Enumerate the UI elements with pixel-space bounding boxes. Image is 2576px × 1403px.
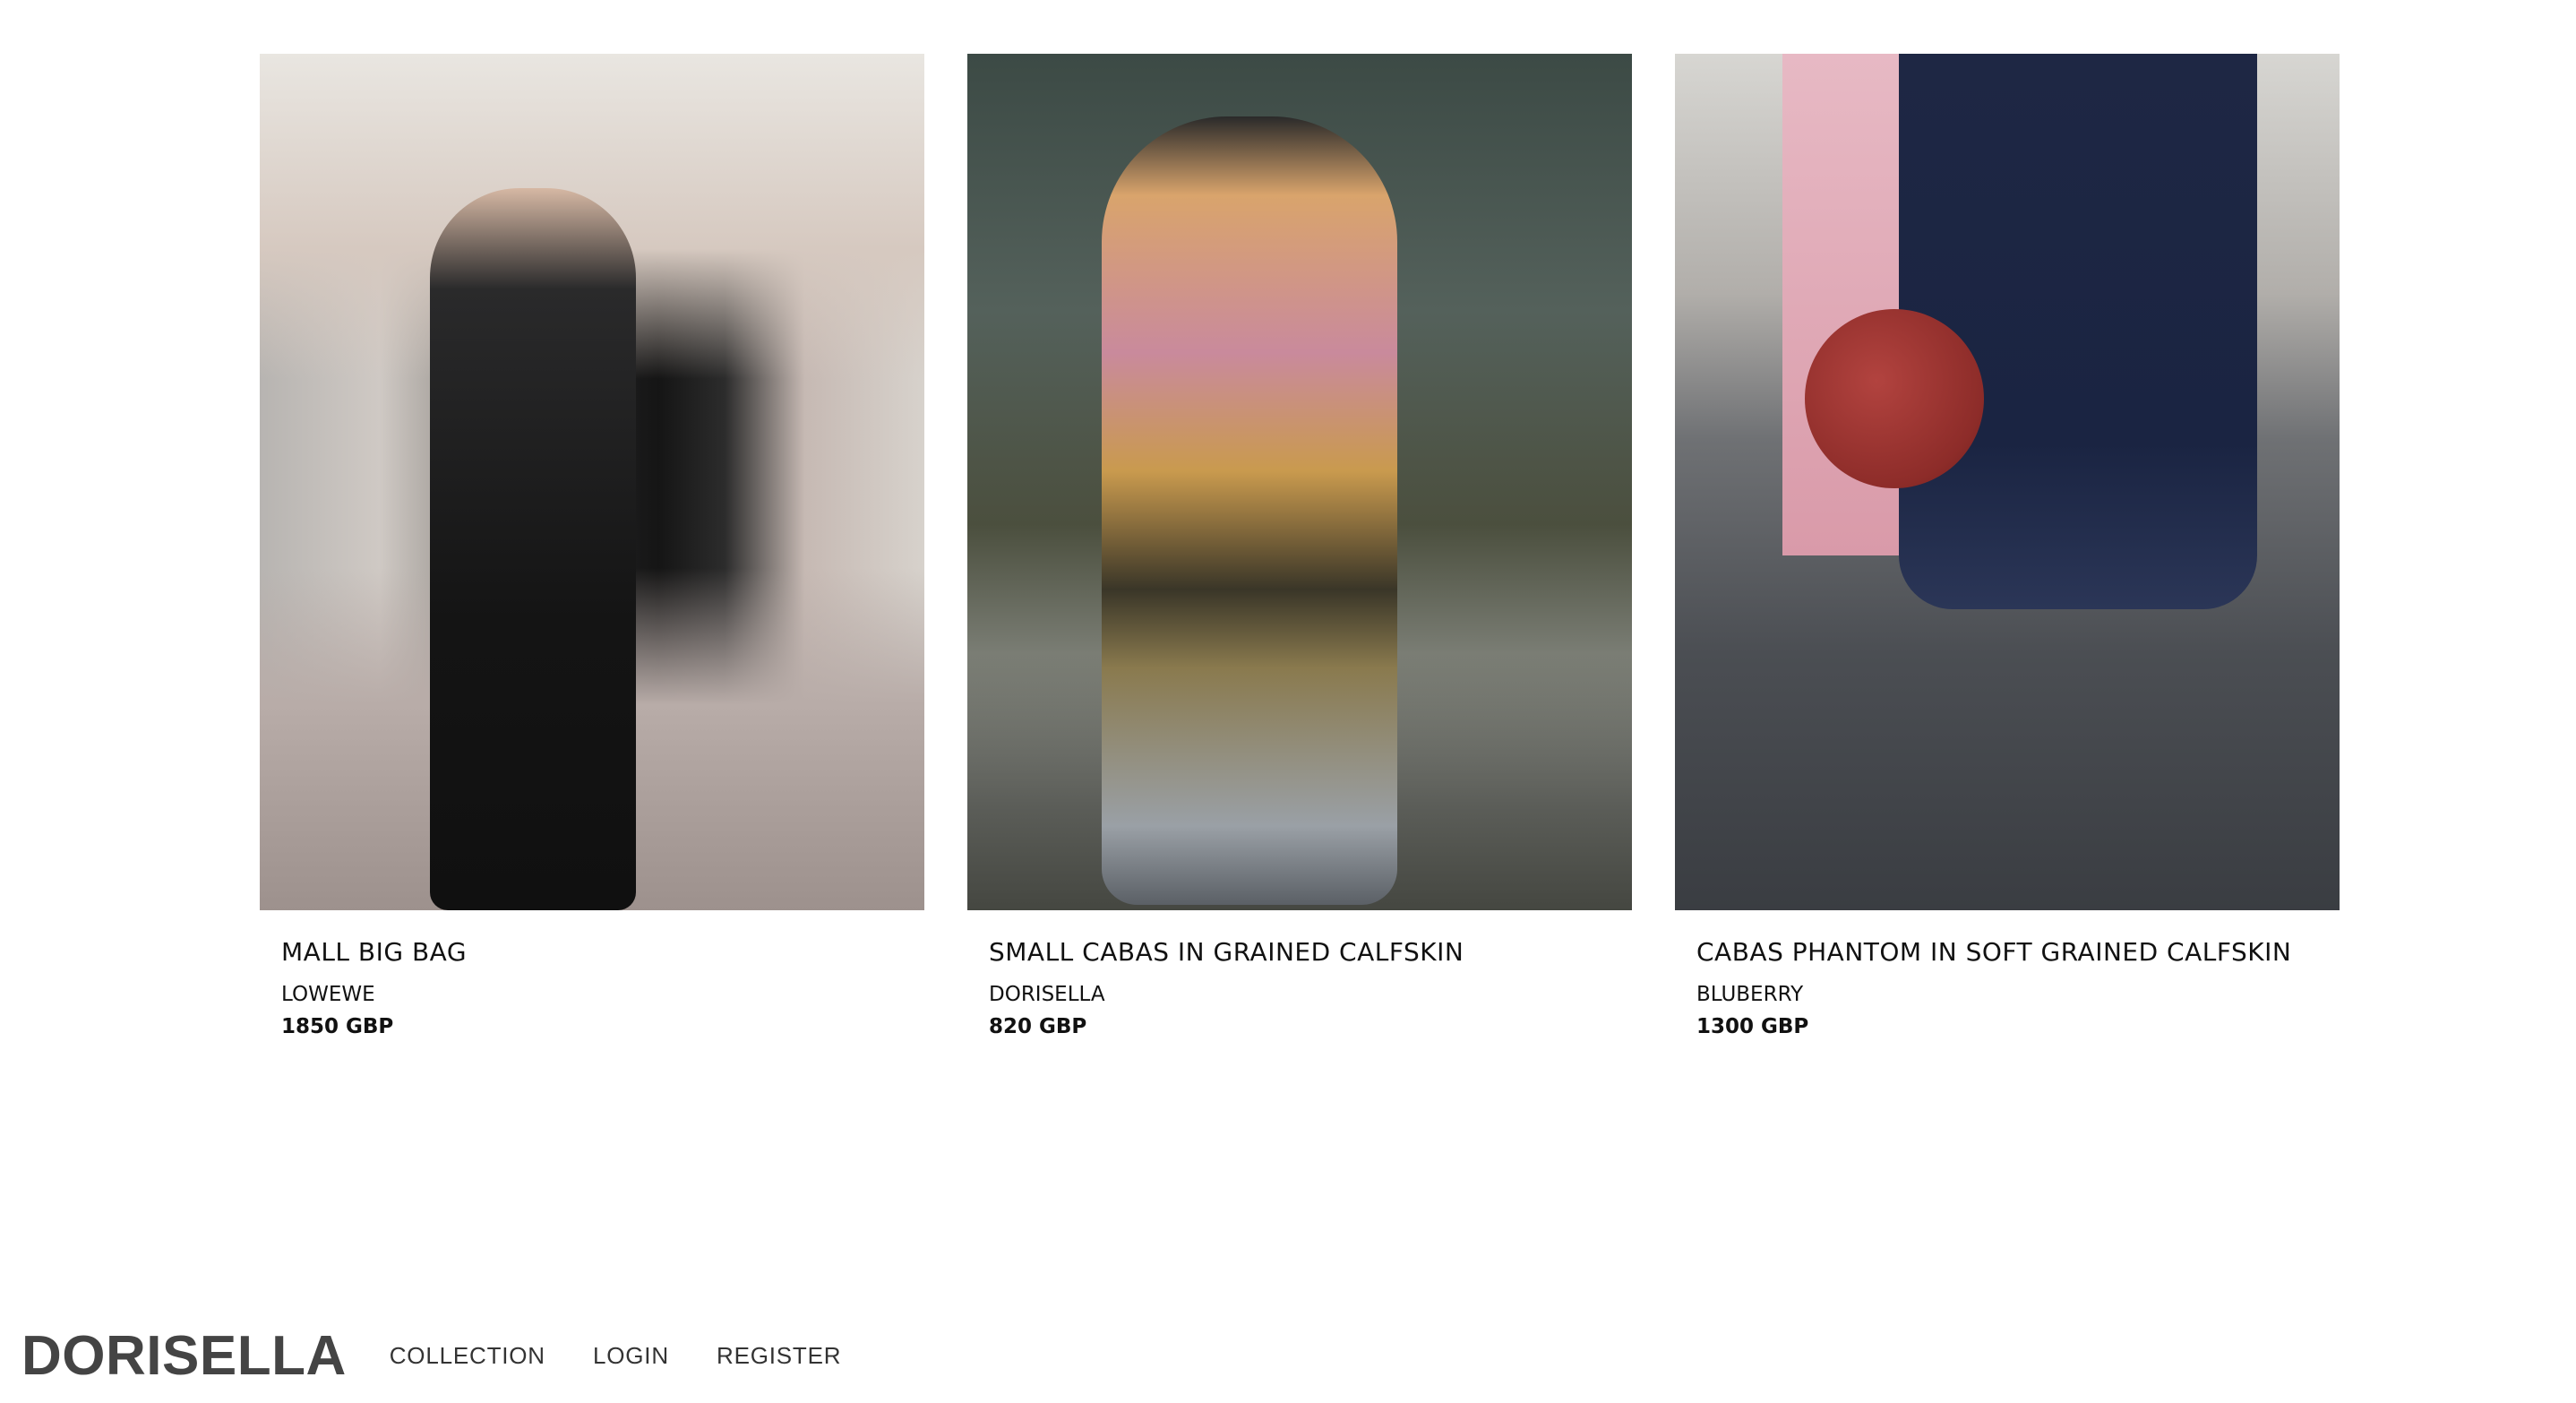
photo-model <box>1102 116 1397 905</box>
product-photo[interactable] <box>1675 54 2340 910</box>
product-card[interactable]: CABAS PHANTOM IN SOFT GRAINED CALFSKIN B… <box>1675 54 2340 1038</box>
product-grid: MALL BIG BAG LOWEWE 1850 GBP SMALL CABAS… <box>260 54 2341 1038</box>
product-photo[interactable] <box>967 54 1632 910</box>
site-logo[interactable]: DORISELLA <box>21 1324 347 1388</box>
product-caption: SMALL CABAS IN GRAINED CALFSKIN DORISELL… <box>967 910 1632 1038</box>
product-brand: BLUBERRY <box>1696 983 1804 1006</box>
product-title[interactable]: CABAS PHANTOM IN SOFT GRAINED CALFSKIN <box>1696 937 2318 967</box>
footer-nav: COLLECTION LOGIN REGISTER <box>390 1342 885 1370</box>
footer-nav-bar: DORISELLA COLLECTION LOGIN REGISTER <box>21 1324 884 1388</box>
product-title[interactable]: MALL BIG BAG <box>281 937 903 967</box>
product-photo[interactable] <box>260 54 924 910</box>
product-caption: MALL BIG BAG LOWEWE 1850 GBP <box>260 910 924 1038</box>
product-caption: CABAS PHANTOM IN SOFT GRAINED CALFSKIN B… <box>1675 910 2340 1038</box>
nav-collection-link[interactable]: COLLECTION <box>390 1342 545 1369</box>
product-price: 820 GBP <box>989 1015 1087 1038</box>
product-title[interactable]: SMALL CABAS IN GRAINED CALFSKIN <box>989 937 1610 967</box>
product-price: 1300 GBP <box>1696 1015 1809 1038</box>
product-card[interactable]: MALL BIG BAG LOWEWE 1850 GBP <box>260 54 924 1038</box>
nav-register-link[interactable]: REGISTER <box>717 1342 841 1369</box>
product-card[interactable]: SMALL CABAS IN GRAINED CALFSKIN DORISELL… <box>967 54 1632 1038</box>
product-brand: DORISELLA <box>989 983 1105 1006</box>
photo-bag <box>1805 309 1984 488</box>
product-brand: LOWEWE <box>281 983 375 1006</box>
nav-login-link[interactable]: LOGIN <box>593 1342 669 1369</box>
product-price: 1850 GBP <box>281 1015 394 1038</box>
page: MALL BIG BAG LOWEWE 1850 GBP SMALL CABAS… <box>0 0 2576 1403</box>
photo-model <box>430 188 636 910</box>
